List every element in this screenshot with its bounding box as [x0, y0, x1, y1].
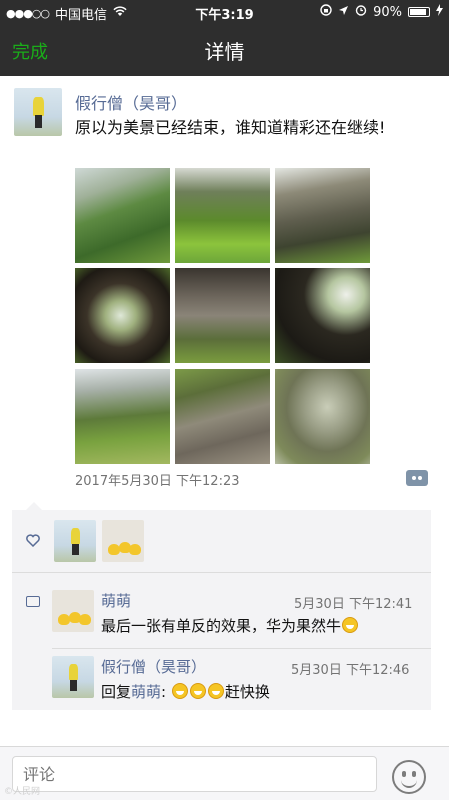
photo-cave-arch-people[interactable]	[75, 268, 170, 363]
photo-mountain-valley[interactable]	[75, 369, 170, 464]
commenter-avatar[interactable]	[52, 590, 94, 632]
grin-emoji-icon	[207, 683, 224, 699]
author-avatar[interactable]	[14, 88, 62, 136]
grin-emoji-icon	[189, 683, 206, 699]
reply-to-name[interactable]: 萌萌	[131, 683, 161, 701]
comment-body: 赶快换	[224, 683, 270, 701]
commenter-avatar[interactable]	[52, 656, 94, 698]
comment-text[interactable]: 回复萌萌: 赶快换	[101, 681, 270, 702]
chick-icon	[129, 544, 141, 555]
liker-avatar[interactable]	[102, 520, 144, 562]
reply-colon: :	[161, 683, 167, 701]
photo-rock-overhang-hiker[interactable]	[175, 268, 270, 363]
post-timestamp: 2017年5月30日 下午12:23	[75, 474, 240, 489]
photo-layered-rock-cliff[interactable]	[175, 369, 270, 464]
author-name[interactable]: 假行僧（昊哥）	[75, 90, 187, 114]
page-title: 详情	[204, 40, 245, 64]
battery-percent: 90%	[373, 4, 402, 20]
navigation-bar: 完成 详情	[0, 24, 449, 76]
photo-cliff-cave[interactable]	[275, 168, 370, 263]
comment-time: 5月30日 下午12:46	[291, 663, 410, 678]
commenter-name[interactable]: 假行僧（昊哥）	[101, 656, 206, 677]
post-text: 原以为美景已经结束，谁知道精彩还在继续!	[75, 118, 386, 137]
photo-valley-green[interactable]	[75, 168, 170, 263]
liker-avatar[interactable]	[54, 520, 96, 562]
likes-divider	[12, 572, 431, 573]
comment-text[interactable]: 最后一张有单反的效果，华为果然牛	[101, 615, 359, 636]
reply-prefix: 回复	[101, 683, 132, 701]
battery-icon	[408, 7, 430, 17]
more-actions-icon[interactable]	[406, 470, 428, 486]
comment-bubble-icon	[26, 596, 40, 607]
photo-cave-opening-green[interactable]	[275, 268, 370, 363]
grin-emoji-icon	[171, 683, 188, 699]
commenter-name[interactable]: 萌萌	[101, 590, 131, 611]
comment-body: 最后一张有单反的效果，华为果然牛	[101, 617, 342, 635]
grin-emoji-icon	[342, 617, 359, 633]
emoji-picker-icon[interactable]	[392, 760, 426, 794]
alarm-icon	[355, 4, 367, 20]
photo-blurry-rock[interactable]	[275, 369, 370, 464]
comment-input[interactable]	[12, 756, 377, 792]
rotation-lock-icon	[320, 4, 332, 20]
location-icon	[338, 5, 349, 20]
heart-outline-icon	[26, 533, 40, 551]
status-bar: ●●●○○ 中国电信 下午3:19 90%	[0, 0, 449, 24]
photo-canyon-meadow[interactable]	[175, 168, 270, 263]
comment-time: 5月30日 下午12:41	[294, 597, 413, 612]
watermark: ©人民网	[4, 787, 41, 797]
comment-divider	[52, 648, 431, 649]
charging-icon	[436, 4, 443, 20]
chick-icon	[79, 614, 91, 625]
